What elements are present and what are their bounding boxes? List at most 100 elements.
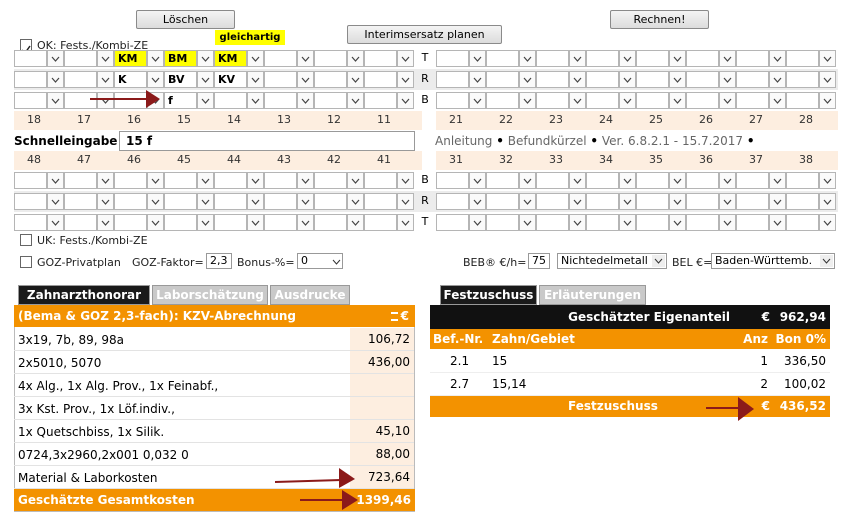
chevron-down-icon[interactable] <box>397 92 414 109</box>
chevron-down-icon[interactable] <box>397 71 414 88</box>
tooth-cell[interactable] <box>264 71 297 88</box>
tooth-cell[interactable] <box>264 172 297 189</box>
tooth-cell[interactable] <box>786 92 819 109</box>
chevron-down-icon[interactable] <box>619 71 636 88</box>
chevron-down-icon[interactable] <box>669 172 686 189</box>
tooth-cell[interactable] <box>164 193 197 210</box>
goz-privatplan-checkbox[interactable] <box>20 256 32 268</box>
chevron-down-icon[interactable] <box>197 71 214 88</box>
tooth-cell[interactable] <box>14 214 47 231</box>
tooth-cell[interactable] <box>364 50 397 67</box>
tooth-cell[interactable] <box>686 92 719 109</box>
tooth-cell[interactable] <box>314 92 347 109</box>
chevron-down-icon[interactable] <box>669 214 686 231</box>
tooth-cell[interactable] <box>364 214 397 231</box>
chevron-down-icon[interactable] <box>147 50 164 67</box>
chevron-down-icon[interactable] <box>519 71 536 88</box>
chevron-down-icon[interactable] <box>469 92 486 109</box>
bonus-select[interactable]: 0 <box>297 253 343 269</box>
rechnen-button[interactable]: Rechnen! <box>610 10 709 29</box>
chevron-down-icon[interactable] <box>719 214 736 231</box>
tooth-cell[interactable] <box>264 214 297 231</box>
tooth-cell[interactable] <box>436 214 469 231</box>
chevron-down-icon[interactable] <box>769 172 786 189</box>
chevron-down-icon[interactable] <box>619 214 636 231</box>
chevron-down-icon[interactable] <box>569 71 586 88</box>
chevron-down-icon[interactable] <box>819 172 836 189</box>
tooth-cell[interactable]: BV <box>164 71 197 88</box>
chevron-down-icon[interactable] <box>519 50 536 67</box>
chevron-down-icon[interactable] <box>519 193 536 210</box>
chevron-down-icon[interactable] <box>719 92 736 109</box>
goz-faktor-input[interactable]: 2,3 <box>206 253 232 269</box>
chevron-down-icon[interactable] <box>769 50 786 67</box>
tooth-cell[interactable] <box>436 92 469 109</box>
chevron-down-icon[interactable] <box>519 172 536 189</box>
chevron-down-icon[interactable] <box>247 50 264 67</box>
tooth-cell[interactable]: f <box>164 92 197 109</box>
chevron-down-icon[interactable] <box>47 92 64 109</box>
chevron-down-icon[interactable] <box>397 50 414 67</box>
tooth-cell[interactable]: K <box>114 71 147 88</box>
tooth-cell[interactable] <box>436 193 469 210</box>
tooth-cell[interactable] <box>786 50 819 67</box>
tooth-cell[interactable] <box>486 92 519 109</box>
chevron-down-icon[interactable] <box>297 71 314 88</box>
tooth-cell[interactable] <box>14 71 47 88</box>
tooth-cell[interactable] <box>736 92 769 109</box>
tooth-cell[interactable] <box>314 193 347 210</box>
tooth-cell[interactable] <box>264 50 297 67</box>
chevron-down-icon[interactable] <box>819 193 836 210</box>
tab-festzuschuss[interactable]: Festzuschuss <box>440 285 537 305</box>
chevron-down-icon[interactable] <box>769 71 786 88</box>
tooth-cell[interactable] <box>114 172 147 189</box>
chevron-down-icon[interactable] <box>397 193 414 210</box>
chevron-down-icon[interactable] <box>819 214 836 231</box>
tooth-cell[interactable] <box>586 193 619 210</box>
chevron-down-icon[interactable] <box>669 71 686 88</box>
tooth-cell[interactable] <box>436 71 469 88</box>
chevron-down-icon[interactable] <box>469 193 486 210</box>
tooth-cell[interactable] <box>586 92 619 109</box>
tooth-cell[interactable] <box>214 214 247 231</box>
chevron-down-icon[interactable] <box>719 172 736 189</box>
tooth-cell[interactable] <box>636 193 669 210</box>
chevron-down-icon[interactable] <box>297 92 314 109</box>
tooth-cell[interactable] <box>586 172 619 189</box>
tooth-cell[interactable] <box>436 172 469 189</box>
tooth-cell[interactable] <box>314 50 347 67</box>
tooth-cell[interactable] <box>164 172 197 189</box>
chevron-down-icon[interactable] <box>619 50 636 67</box>
tooth-cell[interactable] <box>14 50 47 67</box>
menu-icon[interactable] <box>390 312 398 321</box>
tooth-cell[interactable] <box>736 172 769 189</box>
tooth-cell[interactable] <box>486 172 519 189</box>
tooth-cell[interactable] <box>686 172 719 189</box>
tooth-cell[interactable] <box>364 71 397 88</box>
chevron-down-icon[interactable] <box>97 50 114 67</box>
chevron-down-icon[interactable] <box>397 214 414 231</box>
tooth-cell[interactable] <box>164 214 197 231</box>
tooth-cell[interactable] <box>686 193 719 210</box>
loeschen-button[interactable]: Löschen <box>136 10 235 29</box>
chevron-down-icon[interactable] <box>47 172 64 189</box>
tooth-cell[interactable]: KM <box>114 50 147 67</box>
tooth-cell[interactable] <box>586 71 619 88</box>
tooth-cell[interactable] <box>536 172 569 189</box>
tooth-cell[interactable] <box>536 92 569 109</box>
uk-checkbox[interactable] <box>20 234 32 246</box>
tooth-cell[interactable]: BM <box>164 50 197 67</box>
chevron-down-icon[interactable] <box>347 214 364 231</box>
befundkuerzel-link[interactable]: Befundkürzel <box>508 134 587 148</box>
tooth-cell[interactable]: KM <box>214 50 247 67</box>
tooth-cell[interactable] <box>586 50 619 67</box>
tooth-cell[interactable] <box>64 214 97 231</box>
chevron-down-icon[interactable] <box>97 193 114 210</box>
tab-laborschaetzung[interactable]: Laborschätzung <box>152 285 268 305</box>
chevron-down-icon[interactable] <box>669 50 686 67</box>
tooth-cell[interactable] <box>636 214 669 231</box>
metall-select[interactable]: Nichtedelmetall <box>557 253 667 269</box>
chevron-down-icon[interactable] <box>147 71 164 88</box>
tooth-cell[interactable] <box>436 50 469 67</box>
chevron-down-icon[interactable] <box>147 172 164 189</box>
